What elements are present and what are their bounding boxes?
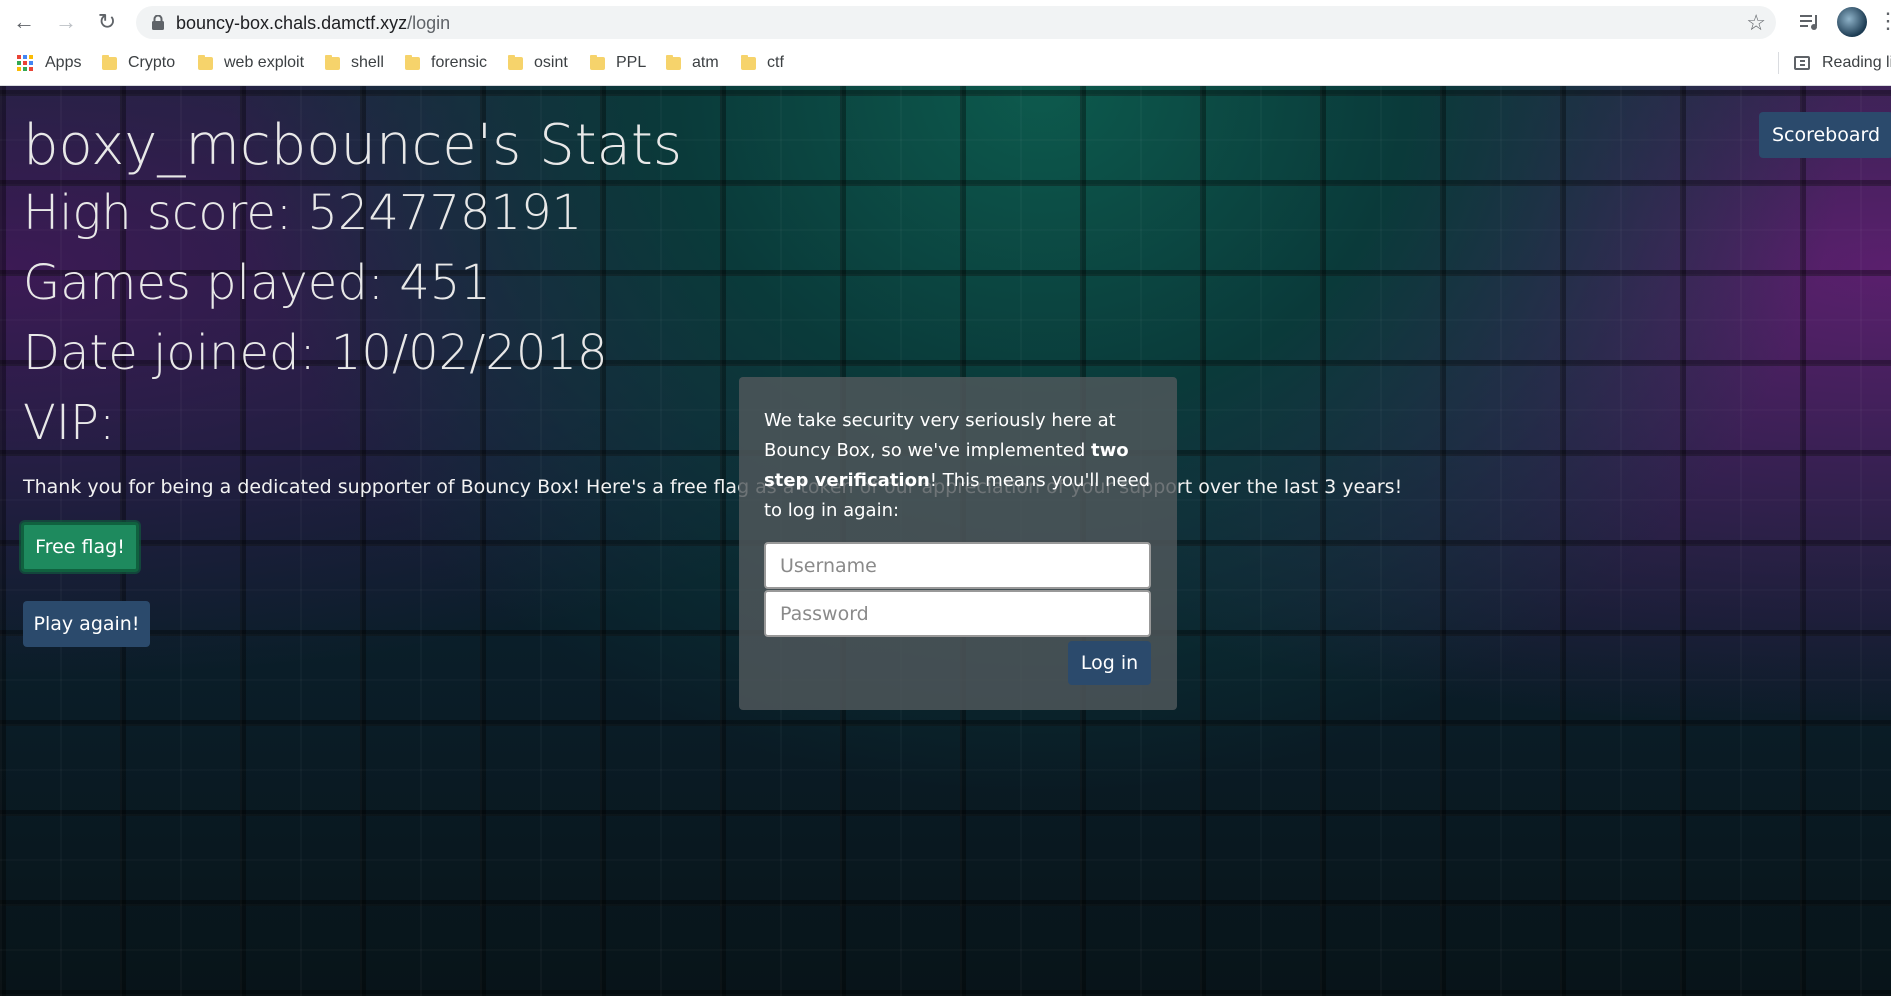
folder-icon bbox=[508, 54, 523, 70]
date-joined: Date joined: 10/02/2018 bbox=[23, 325, 608, 381]
reload-icon[interactable]: ↻ bbox=[93, 8, 121, 36]
folder-icon bbox=[405, 54, 420, 70]
url-path: /login bbox=[407, 13, 451, 33]
address-bar[interactable]: bouncy-box.chals.damctf.xyz/login ☆ bbox=[136, 6, 1776, 39]
bookmark-ppl[interactable]: PPL bbox=[590, 51, 646, 75]
bookmark-apps[interactable]: Apps bbox=[17, 51, 81, 75]
login-button[interactable]: Log in bbox=[1068, 641, 1151, 685]
play-again-button[interactable]: Play again! bbox=[23, 601, 150, 647]
toolbar-divider bbox=[1778, 52, 1779, 74]
menu-kebab-icon[interactable]: ⋮ bbox=[1877, 10, 1891, 32]
folder-icon bbox=[325, 54, 340, 70]
bookmark-label: Apps bbox=[45, 54, 82, 71]
bookmark-crypto[interactable]: Crypto bbox=[102, 51, 175, 75]
folder-icon bbox=[666, 54, 681, 70]
security-message: We take security very seriously here at … bbox=[764, 406, 1164, 526]
bookmark-label: atm bbox=[692, 54, 719, 71]
bookmark-label: PPL bbox=[616, 54, 647, 71]
url-text: bouncy-box.chals.damctf.xyz/login bbox=[176, 13, 450, 34]
bookmark-ctf[interactable]: ctf bbox=[741, 51, 784, 75]
folder-icon bbox=[102, 54, 117, 70]
reading-list-icon bbox=[1794, 56, 1810, 70]
back-arrow-icon[interactable]: ← bbox=[10, 8, 38, 36]
profile-avatar[interactable] bbox=[1837, 7, 1867, 37]
lock-icon bbox=[152, 15, 164, 30]
page-background: boxy_mcbounce's Stats High score: 524778… bbox=[0, 86, 1891, 996]
bookmark-forensic[interactable]: forensic bbox=[405, 51, 487, 75]
bookmark-web-exploit[interactable]: web exploit bbox=[198, 51, 304, 75]
high-score: High score: 524778191 bbox=[23, 185, 583, 241]
bookmark-osint[interactable]: osint bbox=[508, 51, 568, 75]
stats-panel: boxy_mcbounce's Stats High score: 524778… bbox=[23, 114, 682, 458]
free-flag-button[interactable]: Free flag! bbox=[21, 522, 139, 572]
security-message-part1: We take security very seriously here at … bbox=[764, 410, 1116, 461]
scoreboard-button[interactable]: Scoreboard bbox=[1759, 112, 1891, 158]
vip-status: VIP: bbox=[23, 395, 116, 451]
apps-grid-icon bbox=[17, 55, 33, 71]
username-input[interactable] bbox=[764, 542, 1151, 589]
stats-title: boxy_mcbounce's Stats bbox=[23, 113, 683, 178]
bookmark-label: Crypto bbox=[128, 54, 176, 71]
bookmark-atm[interactable]: atm bbox=[666, 51, 719, 75]
bookmark-label: shell bbox=[351, 54, 384, 71]
bookmark-star-icon[interactable]: ☆ bbox=[1746, 10, 1766, 36]
folder-icon bbox=[198, 54, 213, 70]
bookmarks-bar: Apps Crypto web exploit shell forensic o… bbox=[0, 48, 1891, 78]
login-modal: We take security very seriously here at … bbox=[739, 377, 1177, 710]
forward-arrow-icon[interactable]: → bbox=[52, 8, 80, 36]
reading-list-button[interactable]: Reading lis bbox=[1794, 51, 1891, 75]
bookmark-label: web exploit bbox=[224, 54, 305, 71]
bookmark-label: ctf bbox=[767, 54, 784, 71]
reading-list-label: Reading lis bbox=[1822, 54, 1891, 71]
url-host: bouncy-box.chals.damctf.xyz bbox=[176, 13, 408, 33]
password-input[interactable] bbox=[764, 590, 1151, 637]
media-queue-icon[interactable] bbox=[1797, 9, 1823, 35]
thanks-message: Thank you for being a dedicated supporte… bbox=[23, 476, 1403, 498]
browser-chrome: ← → ↻ bouncy-box.chals.damctf.xyz/login … bbox=[0, 0, 1891, 86]
games-played: Games played: 451 bbox=[23, 255, 491, 311]
folder-icon bbox=[741, 54, 756, 70]
bookmark-label: forensic bbox=[431, 54, 488, 71]
bookmark-label: osint bbox=[534, 54, 568, 71]
folder-icon bbox=[590, 54, 605, 70]
bookmark-shell[interactable]: shell bbox=[325, 51, 384, 75]
